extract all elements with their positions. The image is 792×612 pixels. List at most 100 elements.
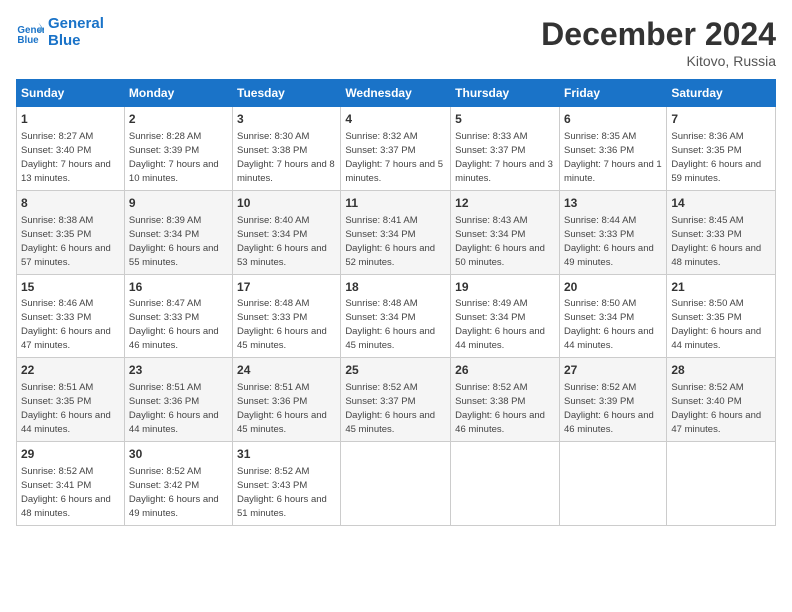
day-info: Sunrise: 8:46 AMSunset: 3:33 PMDaylight:… (21, 298, 111, 351)
logo-icon: General Blue (16, 19, 44, 47)
calendar-cell (559, 442, 666, 526)
day-number: 16 (129, 279, 228, 296)
calendar-cell: 13 Sunrise: 8:44 AMSunset: 3:33 PMDayligh… (559, 190, 666, 274)
day-info: Sunrise: 8:41 AMSunset: 3:34 PMDaylight:… (345, 215, 435, 268)
calendar-cell: 16 Sunrise: 8:47 AMSunset: 3:33 PMDayligh… (124, 274, 232, 358)
day-info: Sunrise: 8:52 AMSunset: 3:40 PMDaylight:… (671, 382, 761, 435)
calendar-cell: 5 Sunrise: 8:33 AMSunset: 3:37 PMDaylight… (451, 107, 560, 191)
calendar-cell: 10Sunrise: 8:40 AMSunset: 3:34 PMDayligh… (233, 190, 341, 274)
day-info: Sunrise: 8:38 AMSunset: 3:35 PMDaylight:… (21, 215, 111, 268)
day-info: Sunrise: 8:52 AMSunset: 3:43 PMDaylight:… (237, 466, 327, 519)
day-info: Sunrise: 8:52 AMSunset: 3:42 PMDaylight:… (129, 466, 219, 519)
day-info: Sunrise: 8:28 AMSunset: 3:39 PMDaylight:… (129, 131, 219, 184)
calendar-cell: 8Sunrise: 8:38 AMSunset: 3:35 PMDaylight… (17, 190, 125, 274)
calendar-cell: 31Sunrise: 8:52 AMSunset: 3:43 PMDayligh… (233, 442, 341, 526)
calendar-cell: 17Sunrise: 8:48 AMSunset: 3:33 PMDayligh… (233, 274, 341, 358)
calendar-cell: 18 Sunrise: 8:48 AMSunset: 3:34 PMDayligh… (341, 274, 451, 358)
day-number: 4 (345, 111, 446, 128)
day-number: 14 (671, 195, 771, 212)
day-info: Sunrise: 8:27 AMSunset: 3:40 PMDaylight:… (21, 131, 111, 184)
day-info: Sunrise: 8:51 AMSunset: 3:35 PMDaylight:… (21, 382, 111, 435)
day-number: 13 (564, 195, 662, 212)
day-info: Sunrise: 8:52 AMSunset: 3:38 PMDaylight:… (455, 382, 545, 435)
calendar-cell: 11 Sunrise: 8:41 AMSunset: 3:34 PMDayligh… (341, 190, 451, 274)
day-info: Sunrise: 8:35 AMSunset: 3:36 PMDaylight:… (564, 131, 662, 184)
calendar-cell: 2 Sunrise: 8:28 AMSunset: 3:39 PMDaylight… (124, 107, 232, 191)
calendar-cell: 20Sunrise: 8:50 AMSunset: 3:34 PMDayligh… (559, 274, 666, 358)
day-number: 6 (564, 111, 662, 128)
calendar-cell: 19 Sunrise: 8:49 AMSunset: 3:34 PMDayligh… (451, 274, 560, 358)
svg-text:Blue: Blue (17, 34, 39, 45)
day-info: Sunrise: 8:51 AMSunset: 3:36 PMDaylight:… (237, 382, 327, 435)
calendar-cell (451, 442, 560, 526)
day-info: Sunrise: 8:36 AMSunset: 3:35 PMDaylight:… (671, 131, 761, 184)
logo-general: General (48, 16, 104, 33)
weekday-header-friday: Friday (559, 80, 666, 107)
calendar-cell: 1 Sunrise: 8:27 AMSunset: 3:40 PMDaylight… (17, 107, 125, 191)
day-number: 29 (21, 446, 120, 463)
calendar-cell: 9 Sunrise: 8:39 AMSunset: 3:34 PMDaylight… (124, 190, 232, 274)
day-number: 27 (564, 362, 662, 379)
calendar-cell: 14Sunrise: 8:45 AMSunset: 3:33 PMDayligh… (667, 190, 776, 274)
day-number: 1 (21, 111, 120, 128)
day-info: Sunrise: 8:47 AMSunset: 3:33 PMDaylight:… (129, 298, 219, 351)
day-number: 24 (237, 362, 336, 379)
day-info: Sunrise: 8:49 AMSunset: 3:34 PMDaylight:… (455, 298, 545, 351)
calendar-cell: 21 Sunrise: 8:50 AMSunset: 3:35 PMDayligh… (667, 274, 776, 358)
calendar-cell: 28 Sunrise: 8:52 AMSunset: 3:40 PMDayligh… (667, 358, 776, 442)
calendar-cell: 15Sunrise: 8:46 AMSunset: 3:33 PMDayligh… (17, 274, 125, 358)
day-number: 21 (671, 279, 771, 296)
day-number: 23 (129, 362, 228, 379)
calendar-cell: 25Sunrise: 8:52 AMSunset: 3:37 PMDayligh… (341, 358, 451, 442)
calendar-week-5: 29 Sunrise: 8:52 AMSunset: 3:41 PMDayligh… (17, 442, 776, 526)
calendar-week-2: 8Sunrise: 8:38 AMSunset: 3:35 PMDaylight… (17, 190, 776, 274)
subtitle: Kitovo, Russia (541, 53, 776, 69)
main-title: December 2024 (541, 16, 776, 53)
calendar-cell (341, 442, 451, 526)
day-number: 9 (129, 195, 228, 212)
logo-blue: Blue (48, 33, 104, 50)
logo: General Blue General Blue (16, 16, 104, 49)
day-number: 7 (671, 111, 771, 128)
page: General Blue General Blue December 2024 … (0, 0, 792, 612)
day-number: 28 (671, 362, 771, 379)
title-block: December 2024 Kitovo, Russia (541, 16, 776, 69)
weekday-header-sunday: Sunday (17, 80, 125, 107)
weekday-header-saturday: Saturday (667, 80, 776, 107)
day-info: Sunrise: 8:48 AMSunset: 3:33 PMDaylight:… (237, 298, 327, 351)
day-number: 3 (237, 111, 336, 128)
day-number: 11 (345, 195, 446, 212)
weekday-header-thursday: Thursday (451, 80, 560, 107)
calendar-week-1: 1 Sunrise: 8:27 AMSunset: 3:40 PMDaylight… (17, 107, 776, 191)
day-number: 26 (455, 362, 555, 379)
day-info: Sunrise: 8:48 AMSunset: 3:34 PMDaylight:… (345, 298, 435, 351)
weekday-header-tuesday: Tuesday (233, 80, 341, 107)
calendar-cell: 26 Sunrise: 8:52 AMSunset: 3:38 PMDayligh… (451, 358, 560, 442)
day-number: 12 (455, 195, 555, 212)
calendar-cell: 3Sunrise: 8:30 AMSunset: 3:38 PMDaylight… (233, 107, 341, 191)
header: General Blue General Blue December 2024 … (16, 16, 776, 69)
calendar-cell: 24 Sunrise: 8:51 AMSunset: 3:36 PMDayligh… (233, 358, 341, 442)
day-info: Sunrise: 8:52 AMSunset: 3:41 PMDaylight:… (21, 466, 111, 519)
calendar-cell: 6 Sunrise: 8:35 AMSunset: 3:36 PMDaylight… (559, 107, 666, 191)
day-info: Sunrise: 8:33 AMSunset: 3:37 PMDaylight:… (455, 131, 553, 184)
weekday-header-wednesday: Wednesday (341, 80, 451, 107)
calendar-cell: 27Sunrise: 8:52 AMSunset: 3:39 PMDayligh… (559, 358, 666, 442)
day-info: Sunrise: 8:44 AMSunset: 3:33 PMDaylight:… (564, 215, 654, 268)
day-info: Sunrise: 8:39 AMSunset: 3:34 PMDaylight:… (129, 215, 219, 268)
calendar-cell: 30Sunrise: 8:52 AMSunset: 3:42 PMDayligh… (124, 442, 232, 526)
day-number: 22 (21, 362, 120, 379)
day-info: Sunrise: 8:50 AMSunset: 3:35 PMDaylight:… (671, 298, 761, 351)
day-number: 2 (129, 111, 228, 128)
day-info: Sunrise: 8:50 AMSunset: 3:34 PMDaylight:… (564, 298, 654, 351)
calendar-header-row: SundayMondayTuesdayWednesdayThursdayFrid… (17, 80, 776, 107)
day-info: Sunrise: 8:32 AMSunset: 3:37 PMDaylight:… (345, 131, 443, 184)
day-number: 5 (455, 111, 555, 128)
day-number: 10 (237, 195, 336, 212)
day-number: 19 (455, 279, 555, 296)
calendar-cell: 22 Sunrise: 8:51 AMSunset: 3:35 PMDayligh… (17, 358, 125, 442)
calendar-cell: 12Sunrise: 8:43 AMSunset: 3:34 PMDayligh… (451, 190, 560, 274)
day-number: 18 (345, 279, 446, 296)
day-number: 25 (345, 362, 446, 379)
calendar-week-3: 15Sunrise: 8:46 AMSunset: 3:33 PMDayligh… (17, 274, 776, 358)
